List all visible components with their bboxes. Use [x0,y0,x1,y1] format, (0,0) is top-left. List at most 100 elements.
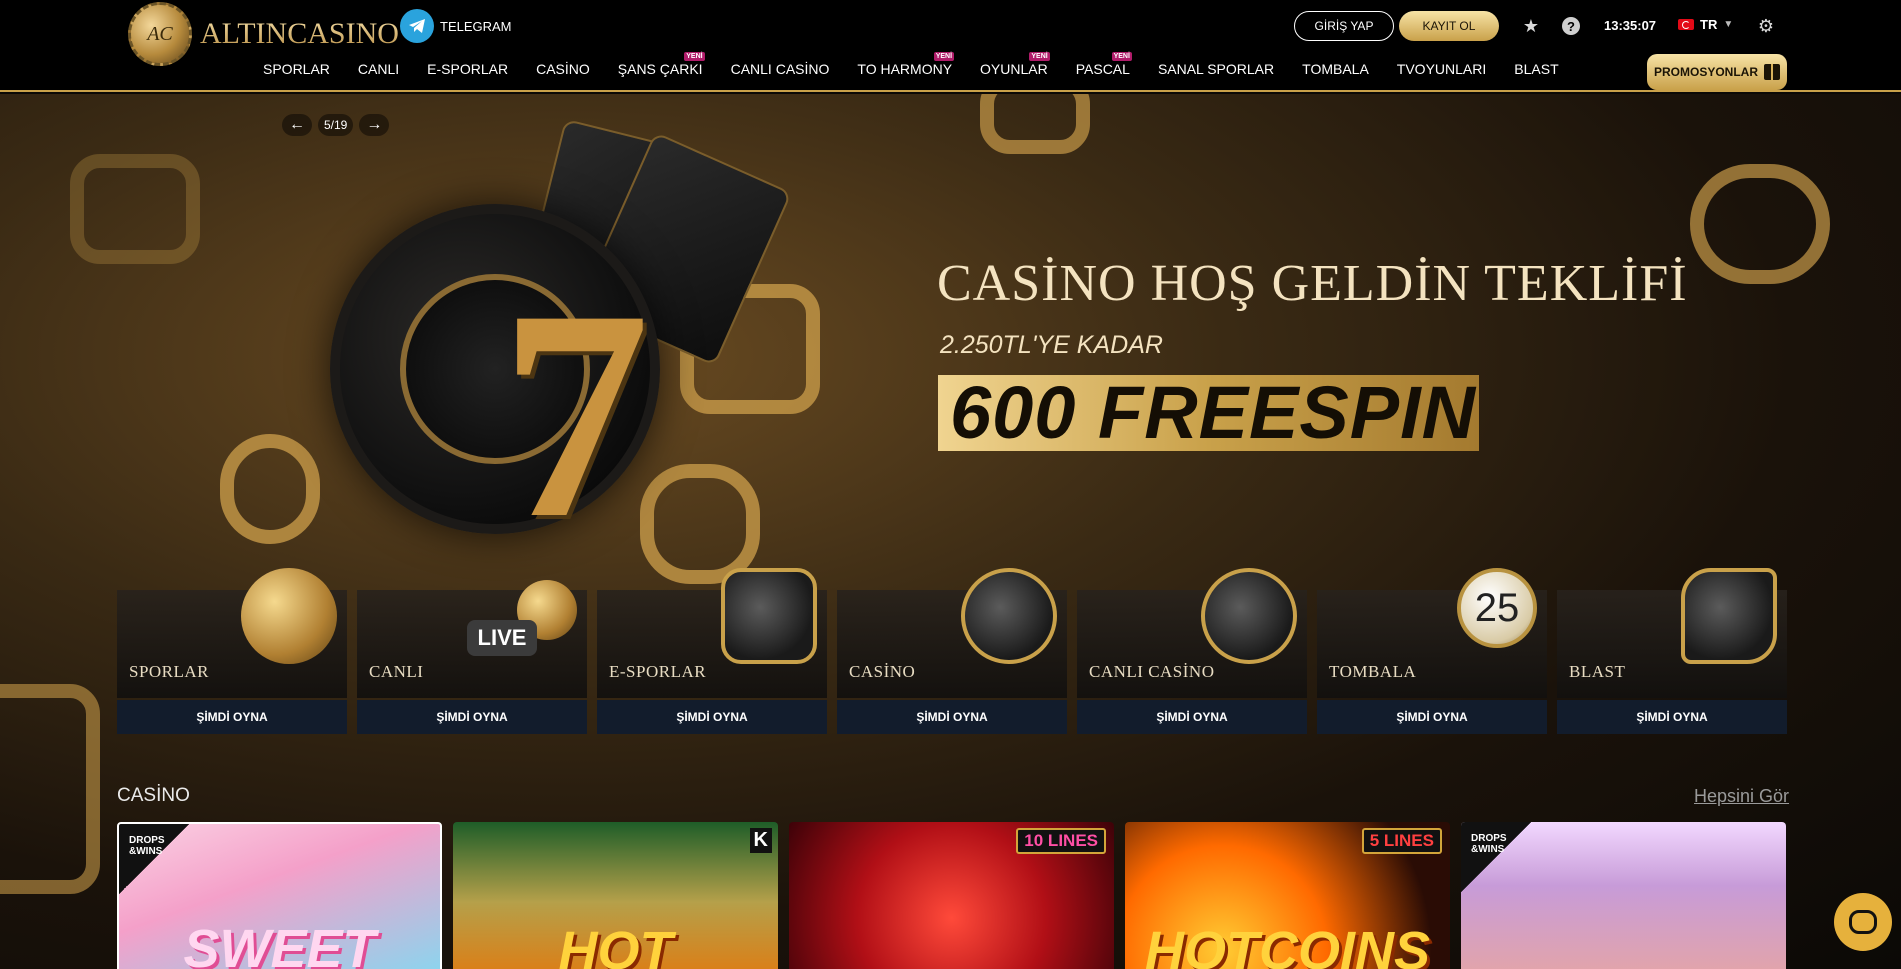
new-badge: YENİ [1111,52,1132,61]
login-button[interactable]: GİRİŞ YAP [1294,11,1394,41]
category-tile-sporlar[interactable]: SPORLAR ŞİMDİ OYNA [117,568,347,734]
cannon-icon [1681,568,1777,664]
language-label: TR [1700,17,1718,32]
category-name: TOMBALA [1329,662,1417,681]
arrow-right-icon[interactable]: → [359,114,390,136]
hero-freespin-box: 600 FREESPIN [938,375,1479,451]
register-button[interactable]: KAYIT OL [1399,11,1499,41]
category-tile-tombala[interactable]: 25 TOMBALA ŞİMDİ OYNA [1317,568,1547,734]
game-card-hotcoins[interactable]: 5 LINES HOTCOINS [1125,822,1450,969]
category-tile-esporlar[interactable]: E-SPORLAR ŞİMDİ OYNA [597,568,827,734]
gift-icon [1764,64,1780,80]
language-selector[interactable]: TR ▼ [1678,17,1733,32]
play-now-button[interactable]: ŞİMDİ OYNA [1317,700,1547,734]
decor-shape [640,464,760,584]
nav-item-esporlar[interactable]: E-SPORLAR [427,61,508,77]
arrow-left-icon[interactable]: ← [282,114,312,136]
nav-item-pascal[interactable]: PASCAL YENİ [1076,52,1132,77]
category-tile-canli[interactable]: LIVE CANLI ŞİMDİ OYNA [357,580,587,734]
hero-title: CASİNO HOŞ GELDİN TEKLİFİ [937,255,1688,312]
category-name: CASİNO [849,662,916,681]
decor-shape [220,434,320,544]
buy-feature-badge: K [749,828,772,853]
nav-item-tvoyunlari[interactable]: TVOYUNLARI [1397,61,1486,77]
clock: 13:35:07 [1604,18,1657,33]
play-now-button[interactable]: ŞİMDİ OYNA [1557,700,1787,734]
page: AC ALTINCASINO TELEGRAM GİRİŞ YAP KAYIT … [0,0,1901,969]
telegram-link[interactable]: TELEGRAM [400,9,512,43]
promotions-button[interactable]: PROMOSYONLAR [1647,54,1787,90]
decor-shape [980,94,1090,154]
category-name: E-SPORLAR [609,662,707,681]
play-now-button[interactable]: ŞİMDİ OYNA [597,700,827,734]
help-icon[interactable]: ? [1559,14,1583,38]
bingo-ball-icon: 25 [1457,568,1537,648]
game-title: HOTCOINS [1144,921,1430,969]
turkey-flag-icon [1678,19,1694,30]
category-tiles: SPORLAR ŞİMDİ OYNA LIVE CANLI ŞİMDİ OYNA… [117,568,1787,734]
game-card-hot[interactable]: K HOT [453,822,778,969]
lines-badge: 10 LINES [1016,828,1106,854]
settings-icon[interactable]: ⚙ [1754,14,1778,38]
hero-highlight: 600 FREESPIN [950,371,1477,454]
slide-counter: 5/19 [318,114,354,136]
new-badge: YENİ [684,52,705,61]
logo-monogram: AC [147,22,173,45]
game-title: HOT [558,921,673,969]
nav-item-blast[interactable]: BLAST [1514,61,1558,77]
see-all-link[interactable]: Hepsini Gör [1694,786,1789,807]
drops-wins-badge: DROPS &WINS [119,824,189,894]
star-icon[interactable]: ★ [1519,14,1543,38]
casino-section-title: CASİNO [117,785,190,806]
nav-item-canli-casino[interactable]: CANLI CASİNO [731,61,830,77]
category-name: SPORLAR [129,662,210,681]
nav-item-canli[interactable]: CANLI [358,61,399,77]
main-nav: SPORLAR CANLI E-SPORLAR CASİNO ŞANS ÇARK… [263,52,1587,77]
hero-subtitle: 2.250TL'YE KADAR [940,331,1163,359]
live-icon: LIVE [467,620,537,656]
telegram-label: TELEGRAM [440,18,512,34]
game-card-sweet[interactable]: DROPS &WINS SWEET [117,822,442,969]
robot-warrior-icon [721,568,817,664]
game-card-zeus[interactable]: DROPS &WINS [1461,822,1786,969]
play-now-button[interactable]: ŞİMDİ OYNA [1077,700,1307,734]
promotions-label: PROMOSYONLAR [1653,65,1758,79]
play-now-button[interactable]: ŞİMDİ OYNA [117,700,347,734]
header: AC ALTINCASINO TELEGRAM GİRİŞ YAP KAYIT … [0,0,1901,92]
chevron-down-icon: ▼ [1723,19,1734,30]
drops-wins-badge: DROPS &WINS [1461,822,1531,892]
play-now-button[interactable]: ŞİMDİ OYNA [837,700,1067,734]
category-tile-blast[interactable]: BLAST ŞİMDİ OYNA [1557,568,1787,734]
nav-item-to-harmony[interactable]: TO HARMONY YENİ [857,52,955,77]
slider-controls: ← 5/19 → [282,114,390,136]
category-name: BLAST [1569,662,1626,681]
nav-item-sporlar[interactable]: SPORLAR [263,61,330,77]
category-tile-casino[interactable]: CASİNO ŞİMDİ OYNA [837,568,1067,734]
lines-badge: 5 LINES [1361,828,1442,854]
nav-item-tombala[interactable]: TOMBALA [1302,61,1369,77]
new-badge: YENİ [1029,52,1050,61]
decor-shape [70,154,200,264]
category-name: CANLI [369,662,424,681]
nav-item-sanal-sporlar[interactable]: SANAL SPORLAR [1158,61,1274,77]
live-chat-button[interactable] [1834,893,1892,951]
nav-item-oyunlar[interactable]: OYUNLAR YENİ [980,52,1050,77]
roulette-icon [1201,568,1297,664]
telegram-icon [400,9,434,43]
football-icon [241,568,337,664]
logo-coin-icon: AC [128,2,192,66]
game-card-crown[interactable]: 10 LINES [789,822,1114,969]
chat-icon [1849,910,1877,934]
decor-shape [0,684,100,894]
decor-shape [1690,164,1830,284]
site-logo[interactable]: AC ALTINCASINO [128,2,399,66]
nav-item-sans-carki[interactable]: ŞANS ÇARKI YENİ [618,52,705,77]
play-now-button[interactable]: ŞİMDİ OYNA [357,700,587,734]
slot-machine-icon [961,568,1057,664]
game-title: SWEET [183,919,376,969]
new-badge: YENİ [933,52,955,61]
logo-text: ALTINCASINO [200,17,399,50]
nav-item-casino[interactable]: CASİNO [536,61,590,77]
seven-art: 7 [500,248,650,580]
category-tile-canli-casino[interactable]: CANLI CASİNO ŞİMDİ OYNA [1077,568,1307,734]
